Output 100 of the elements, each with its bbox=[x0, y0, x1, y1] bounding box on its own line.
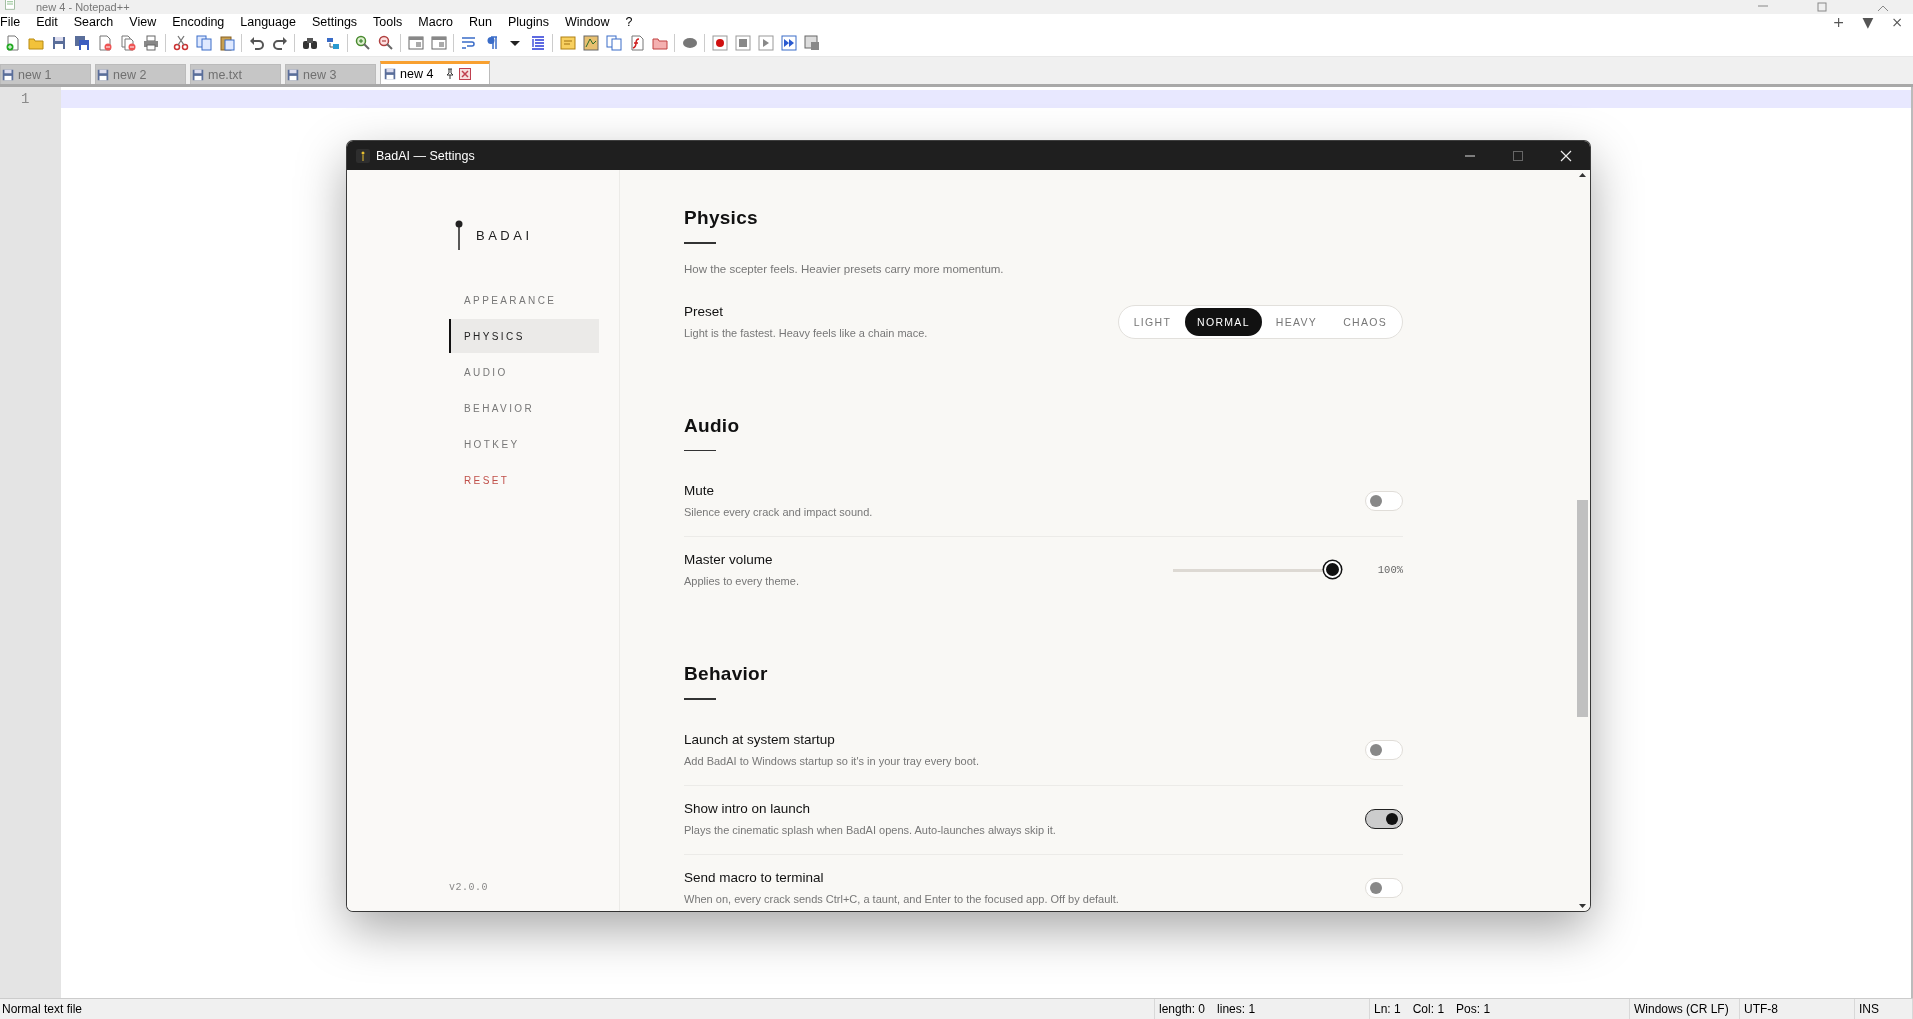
volume-reading: 100% bbox=[1377, 564, 1403, 576]
floppy-icon bbox=[96, 67, 110, 82]
version-label: v2.0.0 bbox=[449, 882, 489, 893]
floppy-icon bbox=[286, 67, 300, 82]
window-title: new 4 - Notepad++ bbox=[36, 0, 130, 14]
setting-hint: Plays the cinematic splash when BadAI opens. Auto-launches always skip it. bbox=[684, 822, 1056, 838]
preset-option[interactable]: NORMAL bbox=[1185, 307, 1262, 336]
menu-item[interactable]: Macro bbox=[417, 15, 460, 29]
fast-forward-icon bbox=[780, 35, 797, 51]
nav-item[interactable]: RESET bbox=[449, 463, 599, 497]
page-minus-icon bbox=[96, 35, 113, 51]
floppy-icon bbox=[191, 67, 205, 82]
menu-item[interactable]: ? bbox=[624, 15, 639, 29]
menu-item[interactable]: Run bbox=[468, 15, 498, 29]
setting-hint: Applies to every theme. bbox=[684, 574, 799, 589]
scrollbar[interactable] bbox=[1575, 170, 1590, 911]
line-number: 1 bbox=[21, 90, 30, 108]
maximize-icon[interactable] bbox=[1512, 149, 1524, 162]
setting-label: Mute bbox=[684, 482, 715, 500]
menu-item[interactable]: Edit bbox=[35, 15, 64, 29]
status-text: Windows (CR LF) bbox=[1634, 1002, 1729, 1016]
menu-item[interactable]: Window bbox=[563, 15, 616, 29]
preset-option[interactable]: LIGHT bbox=[1121, 307, 1184, 336]
status-text: UTF-8 bbox=[1744, 1002, 1778, 1016]
menu-item[interactable]: View bbox=[128, 15, 163, 29]
zoom-in-icon bbox=[354, 35, 371, 51]
slider-thumb[interactable] bbox=[1323, 560, 1341, 578]
setting-hint: Silence every crack and impact sound. bbox=[684, 505, 873, 520]
status-text: Normal text file bbox=[2, 1002, 83, 1016]
pages-icon bbox=[605, 35, 622, 51]
scroll-down-icon[interactable] bbox=[1577, 901, 1588, 911]
floppy-icon bbox=[383, 67, 397, 81]
status-text: INS bbox=[1859, 1002, 1879, 1016]
status-text: Col: 1 bbox=[1412, 1002, 1445, 1016]
nav-item[interactable]: AUDIO bbox=[449, 355, 599, 389]
copy-icon bbox=[195, 35, 212, 51]
notepad-icon bbox=[4, 0, 16, 11]
setting-label: Show intro on launch bbox=[684, 799, 812, 818]
toolbar-button[interactable] bbox=[778, 33, 799, 53]
menu-item[interactable]: Tools bbox=[372, 15, 409, 29]
setting-label: Master volume bbox=[684, 551, 774, 569]
section-heading: Behavior bbox=[684, 662, 769, 686]
toggle-switch[interactable] bbox=[1365, 808, 1403, 829]
window-icon bbox=[407, 35, 424, 51]
function-icon bbox=[628, 35, 645, 51]
setting-label: Launch at system startup bbox=[684, 730, 836, 749]
tab-control-button[interactable]: × bbox=[1885, 14, 1909, 30]
app-icon bbox=[356, 148, 370, 163]
folder-icon bbox=[27, 35, 44, 51]
wrap-icon bbox=[460, 35, 477, 51]
undo-icon bbox=[248, 35, 265, 51]
nav-item[interactable]: BEHAVIOR bbox=[449, 391, 599, 425]
menu-item[interactable]: Settings bbox=[310, 15, 364, 29]
preset-option[interactable]: CHAOS bbox=[1331, 307, 1399, 336]
printer-icon bbox=[142, 35, 159, 51]
binoculars-icon bbox=[301, 35, 318, 51]
map-icon bbox=[582, 35, 599, 51]
menu-item[interactable]: Encoding bbox=[171, 15, 231, 29]
zoom-out-icon bbox=[377, 35, 394, 51]
folder-tree-icon bbox=[651, 35, 668, 51]
setting-hint: Add BadAI to Windows startup so it's in your tray every boot. bbox=[684, 753, 979, 769]
macro-list-icon bbox=[803, 35, 820, 51]
play-icon bbox=[757, 35, 774, 51]
restore-icon[interactable] bbox=[1817, 2, 1829, 12]
status-text: length: 0 bbox=[1159, 1002, 1206, 1016]
clipboard-icon bbox=[218, 35, 235, 51]
floppy-icon bbox=[50, 35, 67, 51]
menu-item[interactable]: Search bbox=[72, 15, 120, 29]
preset-option[interactable]: HEAVY bbox=[1263, 307, 1330, 336]
file-tab[interactable]: new 4 bbox=[380, 61, 490, 84]
note-icon bbox=[559, 35, 576, 51]
setting-label: Preset bbox=[684, 302, 725, 321]
status-text: Pos: 1 bbox=[1456, 1002, 1491, 1016]
pages-minus-icon bbox=[119, 35, 136, 51]
section-description: How the scepter feels. Heavier presets carry more momentum. bbox=[684, 261, 1005, 277]
section-heading: Physics bbox=[684, 206, 759, 230]
indent-icon bbox=[529, 35, 546, 51]
scepter-icon bbox=[455, 220, 463, 250]
setting-hint: Light is the fastest. Heavy feels like a chain mace. bbox=[684, 325, 928, 341]
brand-name: BADAI bbox=[476, 227, 533, 243]
nav-item[interactable]: PHYSICS bbox=[449, 319, 599, 353]
status-text: lines: 1 bbox=[1217, 1002, 1256, 1016]
window-icon bbox=[430, 35, 447, 51]
floppy-icon bbox=[1, 67, 15, 82]
tab-control-button[interactable]: + bbox=[1826, 14, 1851, 30]
setting-label: Send macro to terminal bbox=[684, 868, 825, 887]
scissors-icon bbox=[172, 35, 189, 51]
stop-icon bbox=[734, 35, 751, 51]
speech-bubble-icon bbox=[681, 35, 698, 51]
menu-item[interactable]: Language bbox=[239, 15, 302, 29]
menu-item[interactable]: File bbox=[0, 15, 27, 29]
nav-item[interactable]: APPEARANCE bbox=[449, 283, 599, 317]
tab-control-button[interactable]: ▼ bbox=[1856, 14, 1880, 30]
redo-icon bbox=[271, 35, 288, 51]
menu-item[interactable]: Plugins bbox=[506, 15, 555, 29]
scroll-thumb[interactable] bbox=[1577, 500, 1588, 717]
setting-hint: When on, every crack sends Ctrl+C, a taunt, and Enter to the focused app. Off by default. bbox=[684, 891, 1119, 907]
section-heading: Audio bbox=[684, 413, 741, 438]
nav-item[interactable]: HOTKEY bbox=[449, 427, 599, 461]
dialog-title: BadAI — Settings bbox=[376, 148, 475, 163]
